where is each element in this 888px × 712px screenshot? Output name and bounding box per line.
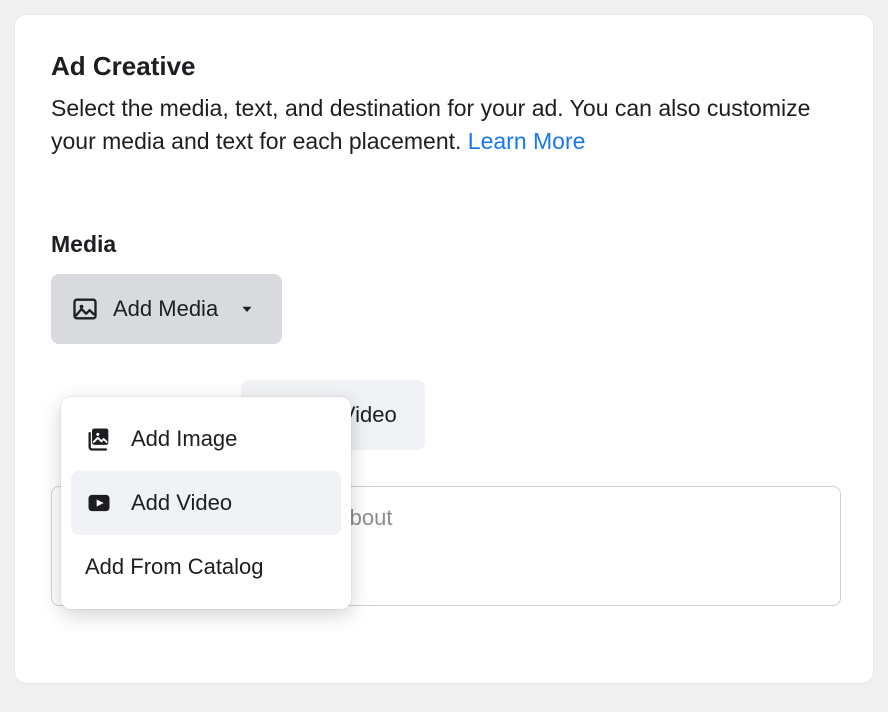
page-description: Select the media, text, and destination …: [51, 92, 837, 159]
image-icon: [71, 295, 99, 323]
description-text: Select the media, text, and destination …: [51, 95, 810, 154]
menu-item-add-from-catalog[interactable]: Add From Catalog: [71, 535, 341, 599]
add-media-button[interactable]: Add Media: [51, 274, 282, 344]
chevron-down-icon: [238, 300, 256, 318]
learn-more-link[interactable]: Learn More: [468, 128, 586, 154]
image-stack-icon: [85, 425, 113, 453]
menu-item-add-video-label: Add Video: [131, 490, 232, 516]
video-icon: [85, 489, 113, 517]
menu-item-add-video[interactable]: Add Video: [71, 471, 341, 535]
ad-creative-panel: Ad Creative Select the media, text, and …: [14, 14, 874, 684]
menu-item-add-from-catalog-label: Add From Catalog: [85, 554, 264, 580]
add-media-label: Add Media: [113, 296, 218, 322]
media-heading: Media: [51, 231, 837, 258]
page-title: Ad Creative: [51, 51, 837, 82]
add-media-dropdown: Add Image Add Video Add From Catalog: [61, 397, 351, 609]
menu-item-add-image[interactable]: Add Image: [71, 407, 341, 471]
menu-item-add-image-label: Add Image: [131, 426, 237, 452]
